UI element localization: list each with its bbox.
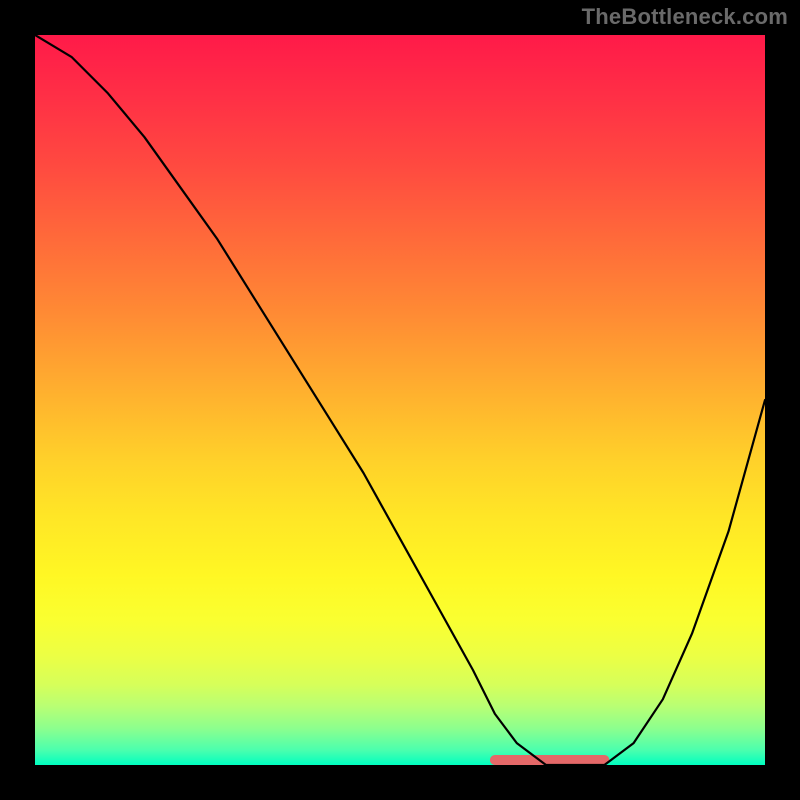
bottleneck-curve <box>35 35 765 765</box>
chart-canvas: TheBottleneck.com <box>0 0 800 800</box>
watermark-text: TheBottleneck.com <box>582 4 788 30</box>
plot-area <box>35 35 765 765</box>
curve-overlay <box>35 35 765 765</box>
